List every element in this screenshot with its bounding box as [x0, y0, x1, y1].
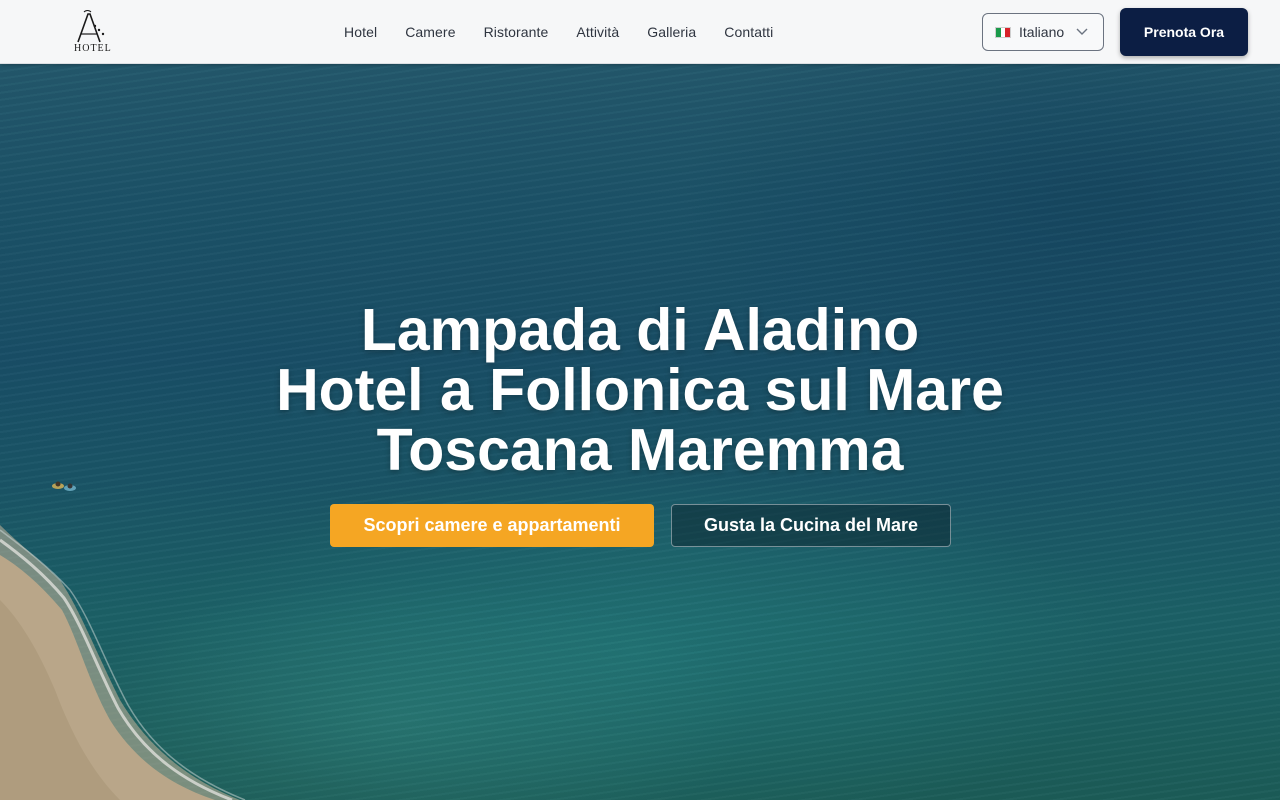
discover-rooms-button[interactable]: Scopri camere e appartamenti [330, 504, 654, 547]
hero-title-line-2: Hotel a Follonica sul Mare [276, 357, 1004, 423]
nav-hotel[interactable]: Hotel [344, 24, 377, 40]
seafood-cuisine-button[interactable]: Gusta la Cucina del Mare [671, 504, 951, 547]
nav-camere[interactable]: Camere [405, 24, 455, 40]
logo-text: HOTEL [74, 43, 112, 54]
nav-galleria[interactable]: Galleria [647, 24, 696, 40]
hero-title: Lampada di Aladino Hotel a Follonica sul… [140, 300, 1140, 480]
book-now-button[interactable]: Prenota Ora [1120, 8, 1248, 56]
main-nav: Hotel Camere Ristorante Attività Galleri… [344, 0, 773, 64]
nav-contatti[interactable]: Contatti [724, 24, 773, 40]
nav-attivita[interactable]: Attività [576, 24, 619, 40]
site-header: HOTEL Hotel Camere Ristorante Attività G… [0, 0, 1280, 64]
hotel-logo[interactable]: HOTEL [70, 8, 114, 56]
hero-title-line-3: Toscana Maremma [376, 417, 904, 483]
language-label: Italiano [1019, 24, 1065, 40]
chevron-down-icon [1076, 28, 1088, 35]
hero-title-line-1: Lampada di Aladino [360, 297, 920, 363]
language-selector[interactable]: Italiano [982, 13, 1104, 51]
italy-flag-icon [995, 26, 1011, 38]
nav-ristorante[interactable]: Ristorante [484, 24, 549, 40]
